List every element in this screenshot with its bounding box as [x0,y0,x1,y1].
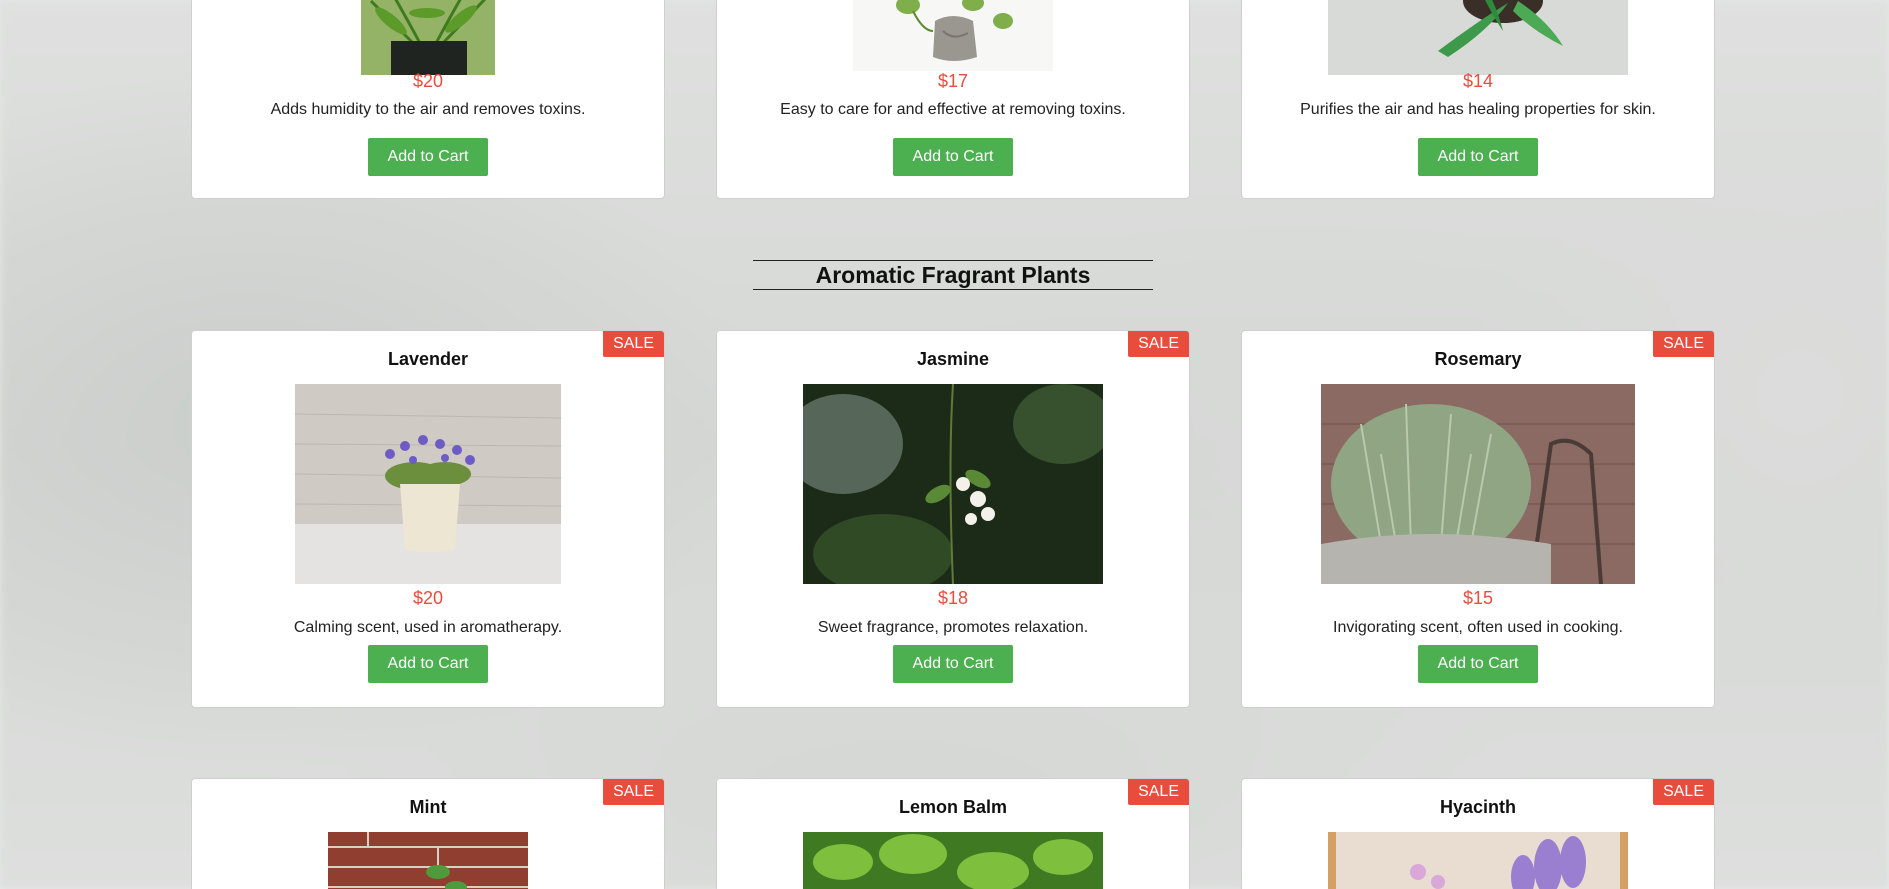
product-name: Lavender [387,349,469,369]
jasmine-photo [803,384,1103,584]
product-card-lavender: SALE Lavender $20 Calming scent, used in… [191,330,665,708]
product-card-hyacinth: SALE Hyacinth [1241,778,1715,889]
product-description: Invigorating scent, often used in cookin… [1333,619,1623,636]
product-card: $14 Purifies the air and has healing pro… [1241,0,1715,199]
product-description: Adds humidity to the air and removes tox… [270,101,586,118]
product-description: Purifies the air and has healing propert… [1300,101,1656,118]
product-card-mint: SALE Mint [191,778,665,889]
product-price: $14 [1462,71,1494,91]
section-heading-aromatic: Aromatic Fragrant Plants [753,260,1153,290]
product-name: Lemon Balm [898,797,1008,817]
product-name: Rosemary [1434,349,1522,369]
pothos-photo [853,0,1053,71]
product-price: $17 [937,71,969,91]
add-to-cart-button[interactable]: Add to Cart [1418,138,1538,176]
aloe-vera-photo [1328,0,1628,75]
product-description: Sweet fragrance, promotes relaxation. [817,619,1089,636]
product-price: $20 [412,71,444,91]
product-description: Easy to care for and effective at removi… [780,101,1126,118]
hyacinth-photo [1328,832,1628,889]
product-name: Hyacinth [1439,797,1517,817]
product-card-rosemary: SALE Rosemary $15 Invigorating scent, of… [1241,330,1715,708]
product-name: Mint [409,797,447,817]
mint-photo [328,832,528,889]
product-card: $20 Adds humidity to the air and removes… [191,0,665,199]
add-to-cart-button[interactable]: Add to Cart [368,645,488,683]
add-to-cart-button[interactable]: Add to Cart [893,645,1013,683]
rosemary-photo [1321,384,1635,584]
lavender-photo [295,384,561,584]
add-to-cart-button[interactable]: Add to Cart [368,138,488,176]
product-card-jasmine: SALE Jasmine $18 Sweet fragrance, promot… [716,330,1190,708]
product-card-lemon-balm: SALE Lemon Balm [716,778,1190,889]
product-price: $15 [1462,588,1494,608]
fern-photo [361,0,495,75]
product-price: $20 [412,588,444,608]
product-description: Calming scent, used in aromatherapy. [293,619,563,636]
add-to-cart-button[interactable]: Add to Cart [893,138,1013,176]
product-price: $18 [937,588,969,608]
product-name: Jasmine [916,349,990,369]
product-card: $17 Easy to care for and effective at re… [716,0,1190,199]
add-to-cart-button[interactable]: Add to Cart [1418,645,1538,683]
lemon-balm-photo [803,832,1103,889]
